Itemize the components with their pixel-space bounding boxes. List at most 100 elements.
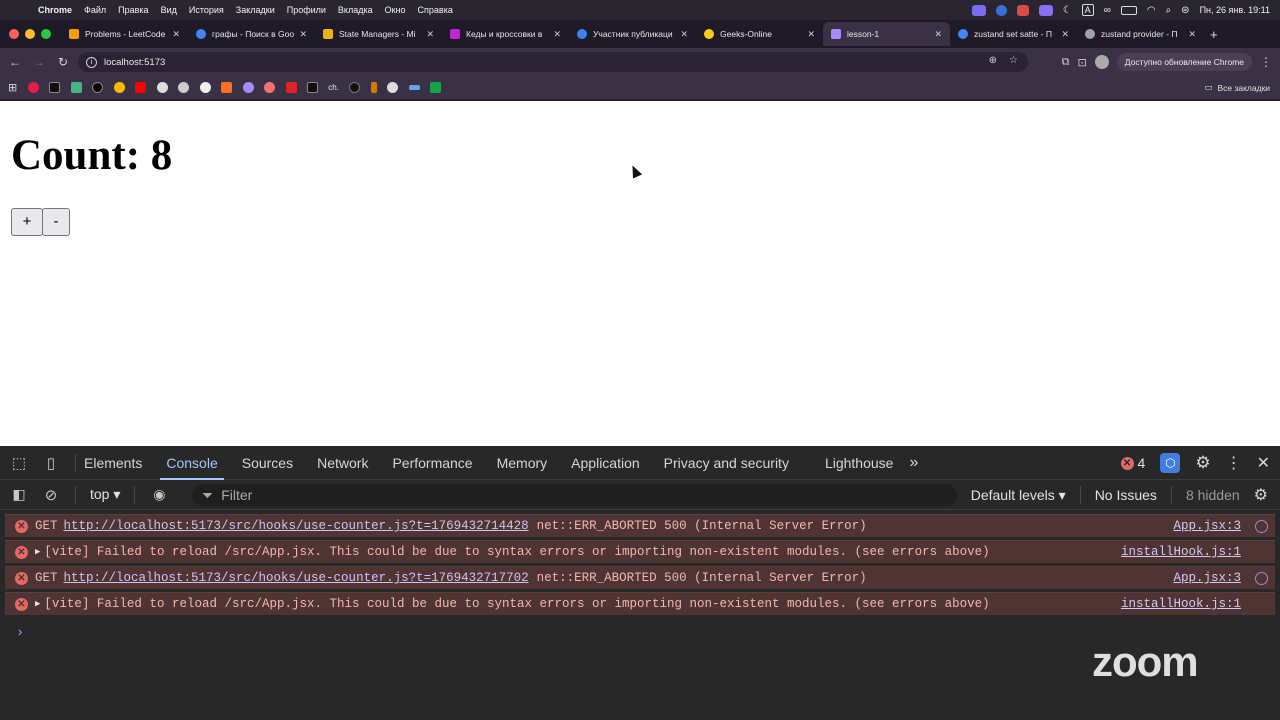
bookmark-star-icon[interactable]: ☆ [1009, 55, 1018, 66]
forward-arrow-icon[interactable]: → [27, 55, 51, 69]
zoom-app-icon[interactable] [995, 4, 1007, 16]
bookmark-icon[interactable] [156, 82, 168, 93]
request-url-link[interactable]: http://localhost:5173/src/hooks/use-coun… [64, 519, 529, 533]
tab-lighthouse[interactable]: Lighthouse [825, 446, 894, 480]
close-devtools-icon[interactable]: ✕ [1257, 453, 1270, 473]
bookmark-icon[interactable] [307, 82, 319, 93]
control-center-icon[interactable]: ⊜ [1181, 5, 1189, 16]
tab-memory[interactable]: Memory [497, 446, 548, 480]
side-panel-icon[interactable]: ⊡ [1078, 56, 1087, 69]
record-icon[interactable] [1016, 4, 1029, 16]
console-settings-gear-icon[interactable]: ⚙ [1254, 485, 1268, 505]
tab-performance[interactable]: Performance [392, 446, 472, 480]
browser-tab[interactable]: zustand provider - П ✕ [1077, 22, 1204, 46]
new-tab-plus-icon[interactable]: + [1210, 27, 1218, 42]
moon-icon[interactable]: ☾ [1063, 5, 1072, 16]
bookmark-gitlab-icon[interactable] [221, 82, 233, 93]
menu-view[interactable]: Вид [161, 5, 177, 15]
bookmark-text-item[interactable]: ch. [328, 83, 339, 92]
increment-button[interactable]: + [11, 208, 43, 236]
zoom-lens-icon[interactable]: ⊕ [989, 55, 997, 66]
console-error-row[interactable]: ✕ GET http://localhost:5173/src/hooks/us… [5, 566, 1275, 589]
input-source-icon[interactable]: A [1081, 4, 1094, 16]
window-share-icon[interactable] [1038, 4, 1053, 16]
maximize-window-button[interactable] [41, 29, 51, 39]
browser-tab[interactable]: zustand set satte - П ✕ [950, 22, 1077, 46]
menu-bookmarks[interactable]: Закладки [236, 5, 275, 15]
device-toolbar-icon[interactable]: ▯ [35, 454, 67, 472]
more-tabs-chevron-icon[interactable]: » [909, 446, 918, 480]
menu-profiles[interactable]: Профили [287, 5, 326, 15]
bookmark-chrome-icon[interactable] [113, 82, 125, 93]
bookmark-icon[interactable] [387, 82, 399, 93]
bookmark-github-icon[interactable] [199, 82, 211, 93]
request-url-link[interactable]: http://localhost:5173/src/hooks/use-coun… [64, 571, 529, 585]
console-error-row[interactable]: ✕ GET http://localhost:5173/src/hooks/us… [5, 514, 1275, 537]
url-text[interactable]: localhost:5173 [104, 57, 165, 68]
bookmark-icon[interactable] [408, 85, 420, 90]
menu-history[interactable]: История [189, 5, 224, 15]
tab-application[interactable]: Application [571, 446, 640, 480]
bookmark-icon[interactable] [27, 82, 39, 93]
hidden-count[interactable]: 8 hidden [1186, 487, 1240, 503]
browser-tab[interactable]: Кеды и кроссовки в ✕ [442, 22, 569, 46]
apps-grid-icon[interactable]: ⊞ [8, 81, 17, 94]
bookmark-icon[interactable] [370, 82, 377, 93]
tab-sources[interactable]: Sources [242, 446, 293, 480]
tab-privacy-security[interactable]: Privacy and security [664, 446, 789, 480]
browser-tab[interactable]: Geeks-Online ✕ [696, 22, 823, 46]
close-tab-icon[interactable]: ✕ [172, 29, 180, 40]
close-tab-icon[interactable]: ✕ [1188, 29, 1196, 40]
expand-triangle-icon[interactable]: ▶ [35, 547, 40, 557]
ai-explain-icon[interactable] [1255, 519, 1268, 533]
browser-tab-active[interactable]: lesson-1 ✕ [823, 22, 950, 46]
error-counter[interactable]: ✕ 4 [1120, 455, 1145, 471]
sidebar-toggle-icon[interactable]: ◧ [3, 486, 35, 503]
more-vert-icon[interactable]: ⋮ [1226, 453, 1242, 473]
menu-app-name[interactable]: Chrome [38, 5, 72, 15]
close-tab-icon[interactable]: ✕ [299, 29, 307, 40]
clear-console-icon[interactable]: ⊘ [35, 486, 67, 504]
source-link[interactable]: installHook.js:1 [1121, 597, 1241, 611]
tab-console[interactable]: Console [160, 446, 225, 480]
close-window-button[interactable] [9, 29, 19, 39]
bookmark-dev-icon[interactable] [49, 82, 61, 93]
inspect-element-icon[interactable]: ⬚ [3, 454, 35, 472]
context-selector[interactable]: top ▾ [90, 486, 120, 503]
menu-window[interactable]: Окно [385, 5, 406, 15]
log-levels-dropdown[interactable]: Default levels ▾ [971, 487, 1066, 504]
browser-tab[interactable]: State Managers - Mi ✕ [315, 22, 442, 46]
more-vert-icon[interactable]: ⋮ [1260, 55, 1272, 69]
tab-elements[interactable]: Elements [84, 446, 142, 480]
bookmark-icon[interactable] [264, 82, 276, 93]
close-tab-icon[interactable]: ✕ [553, 29, 561, 40]
all-bookmarks[interactable]: ▭ Все закладки [1204, 82, 1270, 93]
address-bar[interactable]: i localhost:5173 ⊕ ☆ [78, 52, 1028, 72]
console-error-row[interactable]: ✕ ▶ [vite] Failed to reload /src/App.jsx… [5, 540, 1275, 563]
back-arrow-icon[interactable]: ← [3, 55, 27, 69]
expand-triangle-icon[interactable]: ▶ [35, 599, 40, 609]
console-filter-input[interactable]: ⏷ Filter [192, 484, 957, 506]
browser-tab[interactable]: Участник публикаци ✕ [569, 22, 696, 46]
bookmark-icon[interactable] [242, 82, 254, 93]
console-error-row[interactable]: ✕ ▶ [vite] Failed to reload /src/App.jsx… [5, 592, 1275, 615]
close-tab-icon[interactable]: ✕ [426, 29, 434, 40]
bookmark-icon[interactable] [430, 82, 442, 93]
minimize-window-button[interactable] [25, 29, 35, 39]
bookmark-next-icon[interactable] [92, 82, 104, 93]
menu-help[interactable]: Справка [418, 5, 453, 15]
menu-tab[interactable]: Вкладка [338, 5, 373, 15]
source-link[interactable]: App.jsx:3 [1173, 519, 1241, 533]
ai-explain-icon[interactable] [1255, 571, 1268, 585]
tab-network[interactable]: Network [317, 446, 368, 480]
close-tab-icon[interactable]: ✕ [680, 29, 688, 40]
site-info-icon[interactable]: i [86, 56, 97, 68]
battery-icon[interactable] [1120, 5, 1137, 15]
reload-icon[interactable]: ↻ [51, 55, 75, 69]
link-icon[interactable]: ∞ [1104, 5, 1111, 16]
settings-gear-icon[interactable]: ⚙ [1195, 453, 1210, 473]
close-tab-icon[interactable]: ✕ [807, 29, 815, 40]
close-tab-icon[interactable]: ✕ [934, 29, 942, 40]
live-expression-eye-icon[interactable]: ◉ [143, 486, 175, 503]
browser-tab[interactable]: графы - Поиск в Goo ✕ [188, 22, 315, 46]
